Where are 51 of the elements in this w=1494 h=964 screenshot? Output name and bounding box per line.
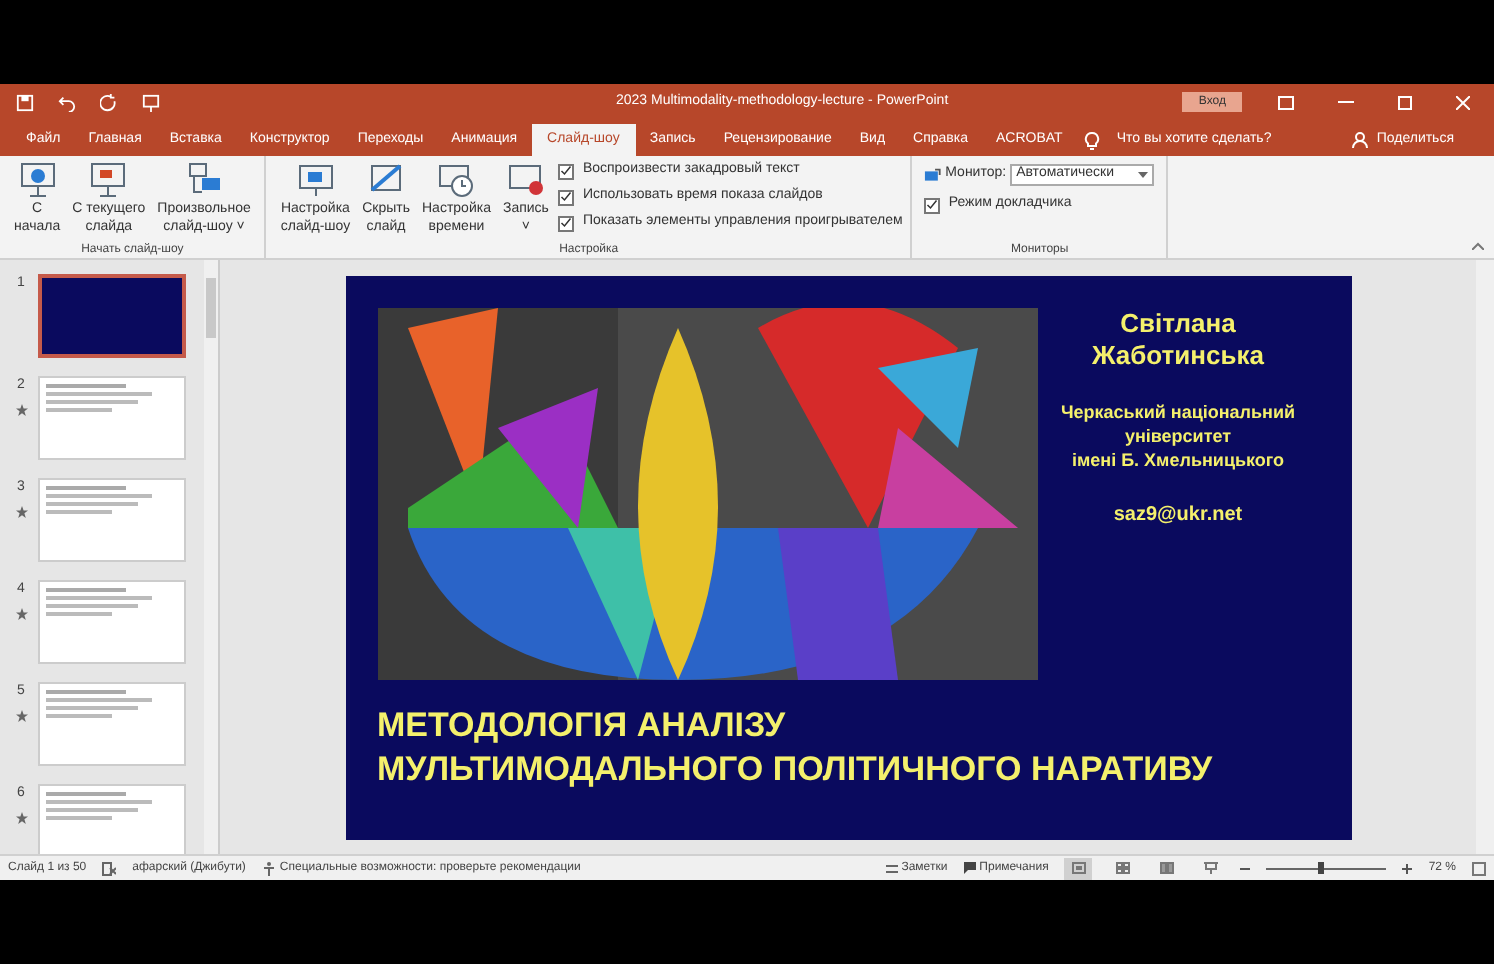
lightbulb-icon: [1084, 131, 1101, 149]
close-icon[interactable]: [1456, 95, 1470, 109]
slide-thumbnail[interactable]: [38, 274, 186, 358]
slide-thumbnail[interactable]: [38, 784, 186, 854]
collapse-ribbon-icon[interactable]: [1472, 242, 1484, 250]
spellcheck-icon[interactable]: [102, 861, 117, 875]
author-name: Жаботинська: [1092, 339, 1264, 371]
grid-view-icon: [1115, 862, 1130, 874]
minimize-icon[interactable]: [1338, 100, 1354, 104]
normal-view-icon: [1071, 862, 1086, 874]
monitor-icon: [924, 167, 942, 183]
comment-icon: [963, 862, 976, 874]
redo-icon[interactable]: [100, 93, 118, 111]
slide-title: МУЛЬТИМОДАЛЬНОГО ПОЛІТИЧНОГО НАРАТИВУ: [377, 747, 1215, 791]
slide-thumbnail[interactable]: [38, 580, 186, 664]
undo-icon[interactable]: [58, 93, 76, 111]
zoom-in-icon[interactable]: [1402, 863, 1413, 873]
star-icon: [15, 403, 27, 415]
slide-thumbnail[interactable]: [38, 682, 186, 766]
view-button[interactable]: [1064, 857, 1093, 879]
affiliation-text: Черкаський національний: [1060, 399, 1296, 423]
star-icon: [15, 505, 27, 517]
checkbox[interactable]: [558, 163, 575, 179]
maximize-icon[interactable]: [1398, 95, 1412, 109]
affiliation-text: імені Б. Хмельницького: [1071, 447, 1285, 471]
slide-thumbnail[interactable]: [38, 376, 186, 460]
star-icon: [15, 607, 27, 619]
record-icon: [505, 160, 546, 200]
checkbox[interactable]: [558, 189, 575, 205]
zoom-slider[interactable]: [1266, 862, 1387, 874]
dropdown-caret-icon: [1138, 171, 1149, 179]
checkbox[interactable]: [558, 215, 575, 231]
slide-thumbnail[interactable]: [38, 478, 186, 562]
scrollbar[interactable]: [204, 260, 218, 854]
checkbox[interactable]: [924, 197, 941, 213]
slide-title: МЕТОДОЛОГІЯ АНАЛІЗУ: [377, 703, 788, 747]
zoom-thumb[interactable]: [1317, 862, 1324, 874]
author-name: Світлана: [1120, 307, 1236, 339]
save-icon[interactable]: [16, 93, 34, 111]
star-icon: [15, 709, 27, 721]
fit-slide-icon[interactable]: [1472, 861, 1486, 875]
person-icon: [1352, 132, 1369, 148]
affiliation-text: університет: [1124, 423, 1232, 447]
star-icon: [15, 811, 27, 823]
scrollbar[interactable]: [1476, 260, 1494, 854]
notes-icon: [885, 863, 898, 873]
book-icon: [1159, 862, 1174, 874]
email-text: saz9@ukr.net: [1113, 501, 1243, 529]
slideshow-icon[interactable]: [142, 93, 160, 111]
presentation-icon: [1203, 862, 1218, 874]
accessibility-icon: [261, 861, 276, 875]
